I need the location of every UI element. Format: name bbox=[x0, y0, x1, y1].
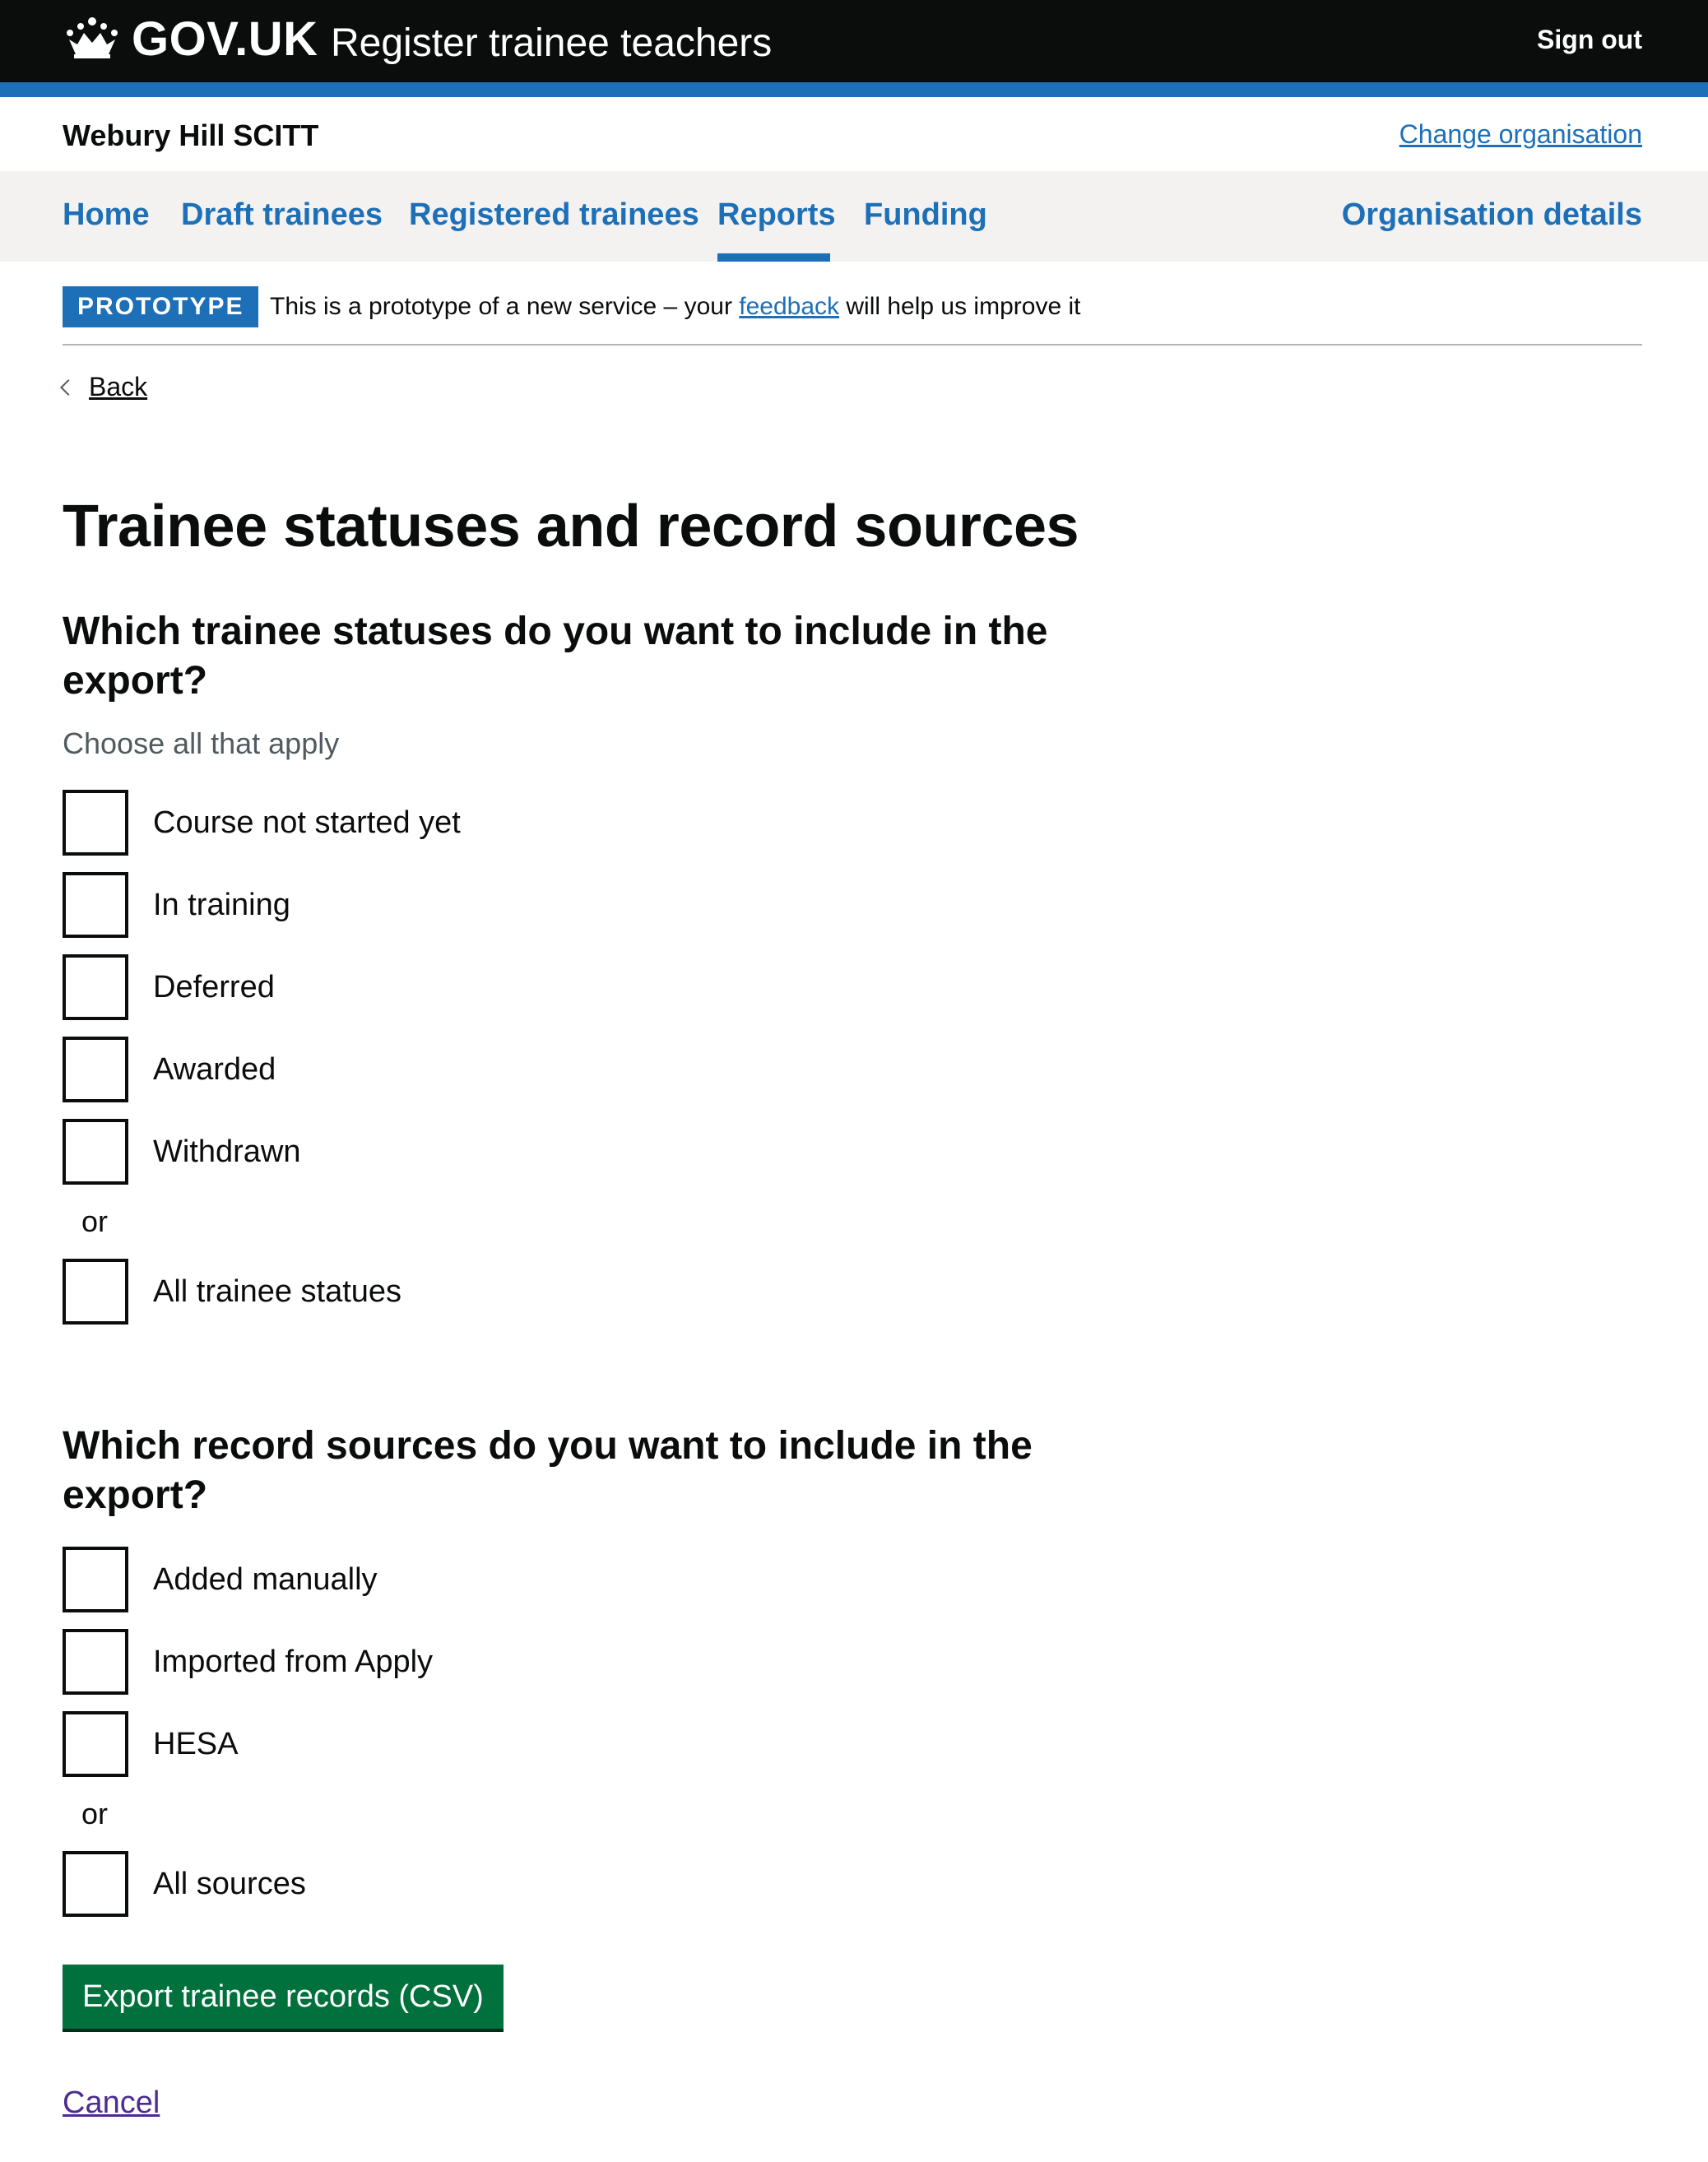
phase-text-after: will help us improve it bbox=[839, 293, 1081, 320]
chevron-left-icon bbox=[60, 379, 77, 396]
organisation-bar: Webury Hill SCITT Change organisation bbox=[0, 97, 1708, 171]
prototype-tag: PROTOTYPE bbox=[63, 286, 259, 327]
phase-banner-text: This is a prototype of a new service – y… bbox=[270, 286, 1080, 327]
checkbox-label[interactable]: Awarded bbox=[153, 1037, 276, 1102]
nav-item-draft-trainees[interactable]: Draft trainees bbox=[181, 194, 383, 235]
checkbox-input[interactable] bbox=[63, 872, 128, 938]
checkbox-input[interactable] bbox=[63, 1037, 128, 1102]
checkbox-all-trainee-statuses[interactable]: All trainee statues bbox=[63, 1259, 885, 1325]
checkbox-deferred[interactable]: Deferred bbox=[63, 954, 885, 1020]
checkbox-label[interactable]: All trainee statues bbox=[153, 1259, 401, 1325]
checkbox-input[interactable] bbox=[63, 790, 128, 856]
statuses-legend: Which trainee statuses do you want to in… bbox=[63, 610, 1048, 703]
checkbox-input[interactable] bbox=[63, 1851, 128, 1917]
checkbox-label[interactable]: Course not started yet bbox=[153, 790, 461, 856]
nav-item-funding[interactable]: Funding bbox=[864, 194, 987, 235]
checkbox-all-sources[interactable]: All sources bbox=[63, 1851, 885, 1917]
checkbox-input[interactable] bbox=[63, 1547, 128, 1612]
active-nav-indicator bbox=[717, 253, 830, 262]
checkbox-label[interactable]: In training bbox=[153, 872, 290, 938]
sources-legend: Which record sources do you want to incl… bbox=[63, 1424, 1033, 1517]
checkbox-input[interactable] bbox=[63, 1119, 128, 1185]
sources-or-divider: or bbox=[81, 1797, 109, 1830]
organisation-name: Webury Hill SCITT bbox=[63, 118, 319, 152]
phase-banner: PROTOTYPE This is a prototype of a new s… bbox=[63, 286, 1642, 346]
checkbox-input[interactable] bbox=[63, 1629, 128, 1695]
back-link[interactable]: Back bbox=[60, 367, 148, 406]
checkbox-hesa[interactable]: HESA bbox=[63, 1711, 885, 1777]
checkbox-awarded[interactable]: Awarded bbox=[63, 1037, 885, 1102]
checkbox-withdrawn[interactable]: Withdrawn bbox=[63, 1119, 885, 1185]
checkbox-in-training[interactable]: In training bbox=[63, 872, 885, 938]
govuk-logo-link[interactable]: GOV.UK bbox=[132, 7, 318, 72]
nav-item-home[interactable]: Home bbox=[63, 194, 150, 235]
checkbox-label[interactable]: HESA bbox=[153, 1711, 238, 1777]
crown-icon bbox=[67, 17, 118, 58]
back-link-label: Back bbox=[89, 372, 148, 401]
page-title: Trainee statuses and record sources bbox=[63, 494, 1079, 559]
checkbox-label[interactable]: Withdrawn bbox=[153, 1119, 301, 1185]
nav-item-reports[interactable]: Reports bbox=[717, 194, 836, 235]
export-csv-button[interactable]: Export trainee records (CSV) bbox=[63, 1965, 504, 2029]
checkbox-label[interactable]: Deferred bbox=[153, 954, 275, 1020]
checkbox-input[interactable] bbox=[63, 1711, 128, 1777]
phase-text-before: This is a prototype of a new service – y… bbox=[270, 293, 740, 320]
change-organisation-link[interactable]: Change organisation bbox=[1399, 114, 1642, 155]
checkbox-input[interactable] bbox=[63, 1259, 128, 1325]
checkbox-label[interactable]: Imported from Apply bbox=[153, 1629, 433, 1695]
checkbox-course-not-started-yet[interactable]: Course not started yet bbox=[63, 790, 885, 856]
nav-item-organisation-details[interactable]: Organisation details bbox=[1342, 194, 1642, 235]
checkbox-input[interactable] bbox=[63, 954, 128, 1020]
checkbox-added-manually[interactable]: Added manually bbox=[63, 1547, 885, 1612]
cancel-link[interactable]: Cancel bbox=[63, 2080, 160, 2126]
checkbox-label[interactable]: All sources bbox=[153, 1851, 306, 1917]
statuses-hint: Choose all that apply bbox=[63, 726, 340, 760]
service-name-link[interactable]: Register trainee teachers bbox=[331, 15, 772, 72]
checkbox-imported-from-apply[interactable]: Imported from Apply bbox=[63, 1629, 885, 1695]
checkbox-label[interactable]: Added manually bbox=[153, 1547, 378, 1612]
site-header: GOV.UK Register trainee teachers Sign ou… bbox=[0, 0, 1708, 97]
nav-item-registered-trainees[interactable]: Registered trainees bbox=[409, 194, 699, 235]
statuses-or-divider: or bbox=[81, 1204, 109, 1238]
feedback-link[interactable]: feedback bbox=[739, 293, 839, 320]
sign-out-link[interactable]: Sign out bbox=[1537, 21, 1642, 58]
primary-navigation: Home Draft trainees Registered trainees … bbox=[0, 171, 1708, 262]
